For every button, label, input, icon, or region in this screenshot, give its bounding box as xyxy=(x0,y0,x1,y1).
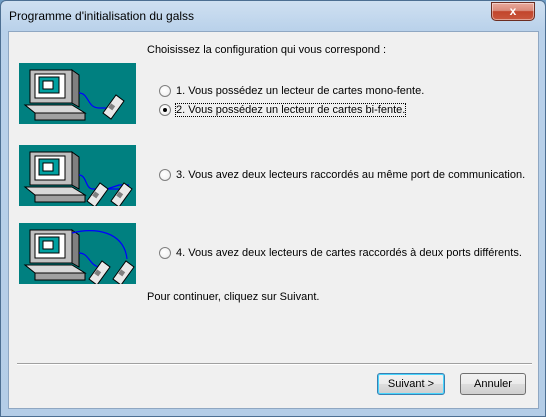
divider xyxy=(17,363,532,365)
radio-button[interactable] xyxy=(159,169,171,181)
option-label: 1. Vous possédez un lecteur de cartes mo… xyxy=(176,85,425,97)
option-different-ports[interactable]: 4. Vous avez deux lecteurs de cartes rac… xyxy=(159,247,522,259)
option-label: 3. Vous avez deux lecteurs raccordés au … xyxy=(176,169,526,181)
option-label: 4. Vous avez deux lecteurs de cartes rac… xyxy=(176,247,522,259)
dialog-body: Choisissez la configuration qui vous cor… xyxy=(8,31,539,409)
option-same-port[interactable]: 3. Vous avez deux lecteurs raccordés au … xyxy=(159,169,525,181)
option-bi-fente[interactable]: 2. Vous possédez un lecteur de cartes bi… xyxy=(159,103,407,117)
radio-button[interactable] xyxy=(159,104,171,116)
config-illustration-3 xyxy=(19,223,136,284)
title-bar[interactable]: Programme d'initialisation du galss x xyxy=(1,1,545,31)
computer-icon xyxy=(23,151,87,203)
config-illustration-2 xyxy=(19,145,136,206)
radio-button[interactable] xyxy=(159,247,171,259)
computer-icon xyxy=(23,229,87,281)
config-illustration-1 xyxy=(19,63,136,124)
card-reader-icon xyxy=(112,260,135,284)
prompt-text: Choisissez la configuration qui vous cor… xyxy=(147,44,387,56)
window-title: Programme d'initialisation du galss xyxy=(9,9,195,23)
radio-button[interactable] xyxy=(159,85,171,97)
option-label: 2. Vous possédez un lecteur de cartes bi… xyxy=(174,103,407,117)
card-reader-icon xyxy=(88,260,111,284)
next-button[interactable]: Suivant > xyxy=(377,373,445,395)
option-mono-fente[interactable]: 1. Vous possédez un lecteur de cartes mo… xyxy=(159,85,424,97)
card-reader-icon xyxy=(102,94,125,120)
card-reader-icon xyxy=(86,182,109,206)
continue-hint: Pour continuer, cliquez sur Suivant. xyxy=(147,291,320,303)
setup-dialog: Programme d'initialisation du galss x Ch… xyxy=(0,0,546,417)
computer-icon xyxy=(23,69,87,121)
cancel-button[interactable]: Annuler xyxy=(460,373,526,395)
close-icon: x xyxy=(509,4,517,18)
close-button[interactable]: x xyxy=(491,2,535,21)
